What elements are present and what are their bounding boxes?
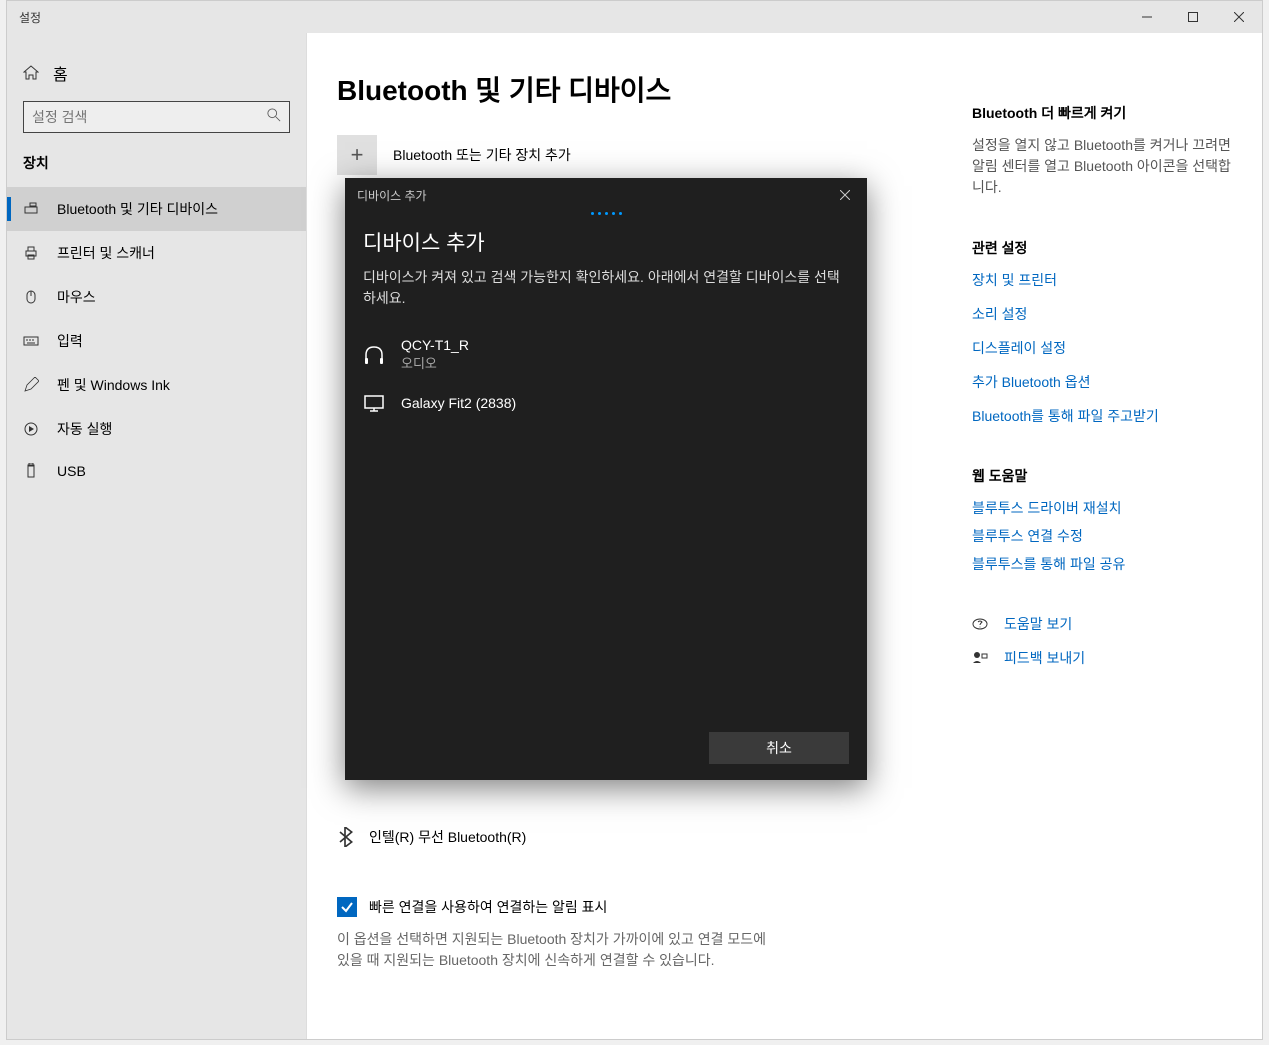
dialog-footer: 취소: [363, 732, 849, 764]
checkbox-checked[interactable]: [337, 897, 357, 917]
related-heading: 관련 설정: [972, 238, 1232, 258]
quick-pair-checkbox-row[interactable]: 빠른 연결을 사용하여 연결하는 알림 표시: [337, 897, 942, 917]
faster-heading: Bluetooth 더 빠르게 켜기: [972, 103, 1232, 123]
search-box[interactable]: [23, 101, 290, 133]
device-item-galaxy[interactable]: Galaxy Fit2 (2838): [363, 382, 849, 424]
right-column: Bluetooth 더 빠르게 켜기 설정을 열지 않고 Bluetooth를 …: [972, 55, 1232, 1039]
dialog-body: 디바이스 추가 디바이스가 켜져 있고 검색 가능한지 확인하세요. 아래에서 …: [345, 219, 867, 780]
sidebar-item-typing[interactable]: 입력: [7, 319, 306, 363]
cancel-button[interactable]: 취소: [709, 732, 849, 764]
dialog-heading: 디바이스 추가: [363, 227, 849, 257]
webhelp-section: 웹 도움말 블루투스 드라이버 재설치 블루투스 연결 수정 블루투스를 통해 …: [972, 466, 1232, 574]
link-fix-connection[interactable]: 블루투스 연결 수정: [972, 526, 1232, 546]
feedback-row[interactable]: 피드백 보내기: [972, 648, 1232, 668]
related-section: 관련 설정 장치 및 프린터 소리 설정 디스플레이 설정 추가 Bluetoo…: [972, 238, 1232, 426]
usb-icon: [23, 463, 39, 479]
display-icon: [363, 392, 385, 414]
sidebar-item-label: USB: [57, 463, 86, 479]
dialog-titlebar: 디바이스 추가: [345, 178, 867, 212]
minimize-button[interactable]: [1124, 1, 1170, 33]
page-title: Bluetooth 및 기타 디바이스: [337, 69, 942, 109]
feedback-icon: [972, 650, 988, 666]
sidebar-item-bluetooth[interactable]: Bluetooth 및 기타 디바이스: [7, 187, 306, 231]
window-title: 설정: [19, 9, 41, 26]
device-item-qcy[interactable]: QCY-T1_R 오디오: [363, 327, 849, 382]
headphones-icon: [363, 344, 385, 366]
link-more-bluetooth[interactable]: 추가 Bluetooth 옵션: [972, 372, 1232, 392]
maximize-button[interactable]: [1170, 1, 1216, 33]
webhelp-heading: 웹 도움말: [972, 466, 1232, 486]
plus-icon: +: [351, 142, 364, 168]
sidebar-item-printers[interactable]: 프린터 및 스캐너: [7, 231, 306, 275]
sidebar: 홈 장치 Bluetooth 및 기타 디바이스 프린터 및 스캐너 마우스: [7, 33, 307, 1039]
link-share-files[interactable]: 블루투스를 통해 파일 공유: [972, 554, 1232, 574]
sidebar-item-pen[interactable]: 펜 및 Windows Ink: [7, 363, 306, 407]
autoplay-icon: [23, 421, 39, 437]
help-link[interactable]: 도움말 보기: [1004, 614, 1072, 634]
feedback-link[interactable]: 피드백 보내기: [1004, 648, 1085, 668]
home-icon: [23, 65, 39, 81]
home-nav[interactable]: 홈: [7, 53, 306, 93]
faster-section: Bluetooth 더 빠르게 켜기 설정을 열지 않고 Bluetooth를 …: [972, 103, 1232, 198]
dialog-description: 디바이스가 켜져 있고 검색 가능한지 확인하세요. 아래에서 연결할 디바이스…: [363, 267, 849, 309]
link-display-settings[interactable]: 디스플레이 설정: [972, 338, 1232, 358]
sidebar-item-label: 펜 및 Windows Ink: [57, 375, 170, 395]
add-device-row[interactable]: + Bluetooth 또는 기타 장치 추가: [337, 135, 942, 175]
help-row[interactable]: 도움말 보기: [972, 614, 1232, 634]
dialog-close-button[interactable]: [835, 185, 855, 205]
keyboard-icon: [23, 333, 39, 349]
link-devices-printers[interactable]: 장치 및 프린터: [972, 270, 1232, 290]
mouse-icon: [23, 289, 39, 305]
device-item-name: Galaxy Fit2 (2838): [401, 395, 516, 411]
help-icon: [972, 616, 988, 632]
faster-text: 설정을 열지 않고 Bluetooth를 켜거나 끄려면 알림 센터를 열고 B…: [972, 135, 1232, 198]
link-reinstall-driver[interactable]: 블루투스 드라이버 재설치: [972, 498, 1232, 518]
sidebar-item-label: 입력: [57, 331, 83, 351]
checkbox-label: 빠른 연결을 사용하여 연결하는 알림 표시: [369, 897, 607, 917]
search-icon: [267, 108, 281, 127]
device-item-sub: 오디오: [401, 353, 469, 372]
sidebar-item-autoplay[interactable]: 자동 실행: [7, 407, 306, 451]
sidebar-section-label: 장치: [7, 147, 306, 187]
device-row-intel[interactable]: 인텔(R) 무선 Bluetooth(R): [337, 827, 942, 847]
bluetooth-icon: [337, 829, 353, 845]
sidebar-item-mouse[interactable]: 마우스: [7, 275, 306, 319]
sidebar-item-usb[interactable]: USB: [7, 451, 306, 491]
close-button[interactable]: [1216, 1, 1262, 33]
loading-indicator: [345, 212, 867, 215]
sidebar-item-label: 프린터 및 스캐너: [57, 243, 155, 263]
checkbox-description: 이 옵션을 선택하면 지원되는 Bluetooth 장치가 가까이에 있고 연결…: [337, 929, 777, 971]
add-device-label: Bluetooth 또는 기타 장치 추가: [393, 145, 571, 165]
pen-icon: [23, 377, 39, 393]
device-label: 인텔(R) 무선 Bluetooth(R): [369, 827, 526, 847]
search-input[interactable]: [32, 109, 267, 125]
link-sound-settings[interactable]: 소리 설정: [972, 304, 1232, 324]
link-bluetooth-files[interactable]: Bluetooth를 통해 파일 주고받기: [972, 406, 1232, 426]
device-item-name: QCY-T1_R: [401, 337, 469, 353]
add-device-button[interactable]: +: [337, 135, 377, 175]
home-label: 홈: [53, 61, 68, 85]
mouse-keyboard-icon: [23, 201, 39, 217]
sidebar-item-label: 자동 실행: [57, 419, 112, 439]
sidebar-item-label: Bluetooth 및 기타 디바이스: [57, 199, 218, 219]
printer-icon: [23, 245, 39, 261]
dialog-title: 디바이스 추가: [357, 187, 427, 204]
sidebar-item-label: 마우스: [57, 287, 96, 307]
add-device-dialog: 디바이스 추가 디바이스 추가 디바이스가 켜져 있고 검색 가능한지 확인하세…: [345, 178, 867, 780]
titlebar: 설정: [7, 1, 1262, 33]
window-controls: [1124, 1, 1262, 33]
